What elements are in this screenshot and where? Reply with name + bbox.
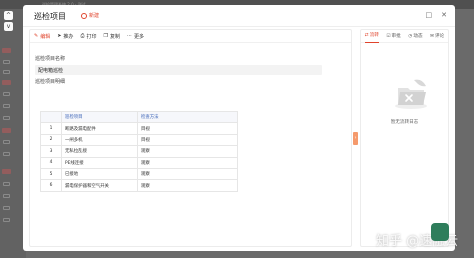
record-modal: 巡检项目 新建 □ ✕ ✎ 编辑 ➤ 推办 ⎙ 打印 ❐ 复制 ⋯ 更多 巡检项…: [23, 5, 455, 251]
background-row-checkbox: [3, 206, 10, 210]
flow-icon: ⇄: [364, 33, 369, 38]
background-row-checkbox: [3, 140, 10, 144]
project-name-value: 配电箱巡检: [38, 68, 64, 74]
flow-tabs: ⇄ 流转 ☑ 审批 ◷ 动态 ✉ 评论: [361, 30, 448, 43]
background-row-marker: [2, 128, 11, 133]
row-method: 目视: [137, 122, 238, 135]
background-row-checkbox: [3, 152, 10, 156]
flow-panel: ⇄ 流转 ☑ 审批 ◷ 动态 ✉ 评论 暂无流转日志: [360, 29, 449, 247]
project-name-label: 巡检项目名称: [35, 56, 66, 62]
close-icon[interactable]: ✕: [441, 12, 447, 19]
background-row-checkbox: [3, 194, 10, 198]
more-button[interactable]: ⋯ 更多: [127, 33, 144, 40]
collapse-up-button[interactable]: ^: [4, 11, 13, 20]
row-method: 观察: [137, 156, 238, 169]
form-pane: ✎ 编辑 ➤ 推办 ⎙ 打印 ❐ 复制 ⋯ 更多 巡检项目名称 配电箱巡检 巡检…: [29, 29, 352, 247]
tab-label: 评论: [434, 33, 445, 39]
form-toolbar: ✎ 编辑 ➤ 推办 ⎙ 打印 ❐ 复制 ⋯ 更多: [30, 30, 351, 43]
row-item: PE线连接: [61, 156, 138, 169]
row-index: 5: [40, 167, 62, 181]
send-icon: ➤: [57, 33, 62, 39]
modal-header: 巡检项目 新建 □ ✕: [23, 5, 455, 27]
empty-folder-icon: [395, 79, 427, 109]
copy-icon: ❐: [103, 33, 108, 39]
row-index: 1: [40, 122, 62, 135]
print-icon: ⎙: [80, 33, 85, 39]
more-icon: ⋯: [126, 33, 132, 39]
floating-chat-button[interactable]: [431, 223, 449, 241]
table-row[interactable]: 2 一闸多机 目视: [40, 133, 238, 147]
modal-title: 巡检项目: [34, 12, 66, 21]
row-index: 4: [40, 156, 62, 169]
background-row-checkbox: [3, 92, 10, 96]
header-index: [40, 110, 62, 124]
background-row-checkbox: [3, 104, 10, 108]
tab-label: 流转: [369, 33, 379, 38]
table-header-row: 巡检项目 检查方法: [40, 110, 238, 124]
row-method: 观察: [137, 179, 238, 192]
tab-activity[interactable]: ◷ 动态: [408, 30, 422, 43]
table-row[interactable]: 5 已接地 观察: [40, 167, 238, 181]
new-status-icon: [81, 12, 87, 19]
send-button[interactable]: ➤ 推办: [57, 33, 73, 40]
background-row-marker: [2, 80, 11, 85]
background-row-checkbox: [3, 70, 10, 74]
background-row-checkbox: [3, 218, 10, 222]
approve-icon: ☑: [386, 33, 391, 39]
background-row-checkbox: [3, 182, 10, 186]
background-row-marker: [2, 169, 11, 174]
row-method: 目视: [137, 133, 238, 147]
row-index: 3: [40, 145, 62, 158]
table-row[interactable]: 1 断路及漏电配件 目视: [40, 122, 238, 135]
tab-label: 动态: [413, 33, 423, 39]
detail-table: 巡检项目 检查方法 1 断路及漏电配件 目视 2 一闸多机 目视 3 无私拉乱接: [40, 110, 238, 192]
comment-icon: ✉: [430, 33, 434, 39]
background-row-marker: [2, 48, 11, 53]
toolbar-label: 复制: [109, 33, 120, 40]
project-name-field[interactable]: 配电箱巡检: [35, 65, 322, 75]
status-badge: 新建: [81, 12, 99, 19]
row-item: 无私拉乱接: [61, 145, 138, 158]
row-method: 观察: [137, 167, 238, 181]
tab-approval[interactable]: ☑ 审批: [386, 30, 400, 43]
toolbar-label: 推办: [63, 33, 74, 40]
toolbar-label: 编辑: [40, 33, 51, 40]
table-row[interactable]: 6 漏电保护器和空气开关 观察: [40, 179, 238, 192]
row-method: 观察: [137, 145, 238, 158]
row-index: 6: [40, 179, 62, 192]
row-item: 已接地: [61, 167, 138, 181]
background-row-checkbox: [3, 116, 10, 120]
tab-flow[interactable]: ⇄ 流转: [364, 30, 379, 43]
row-index: 2: [40, 133, 62, 147]
tab-comments[interactable]: ✉ 评论: [430, 30, 444, 43]
header-method: 检查方法: [137, 110, 238, 124]
row-item: 漏电保护器和空气开关: [61, 179, 138, 192]
header-item: 巡检项目: [61, 110, 138, 124]
collapse-down-button[interactable]: v: [4, 22, 13, 31]
window-controls: □ ✕: [426, 12, 448, 19]
tab-label: 审批: [391, 33, 401, 39]
print-button[interactable]: ⎙ 打印: [80, 33, 96, 40]
table-row[interactable]: 3 无私拉乱接 观察: [40, 145, 238, 158]
detail-section-label: 巡检项目明细: [35, 79, 66, 85]
background-row-checkbox: [3, 60, 10, 64]
maximize-icon[interactable]: □: [426, 12, 433, 19]
status-badge-label: 新建: [89, 13, 100, 19]
edit-icon: ✎: [34, 33, 39, 39]
row-item: 一闸多机: [61, 133, 138, 147]
empty-state-text: 暂无流转日志: [390, 120, 419, 125]
toolbar-label: 更多: [133, 33, 144, 40]
row-item: 断路及漏电配件: [61, 122, 138, 135]
activity-icon: ◷: [408, 33, 413, 39]
toolbar-label: 打印: [86, 33, 97, 40]
panel-collapse-handle[interactable]: ›: [353, 132, 358, 145]
copy-button[interactable]: ❐ 复制: [103, 33, 120, 40]
edit-button[interactable]: ✎ 编辑: [34, 33, 50, 40]
table-row[interactable]: 4 PE线连接 观察: [40, 156, 238, 169]
